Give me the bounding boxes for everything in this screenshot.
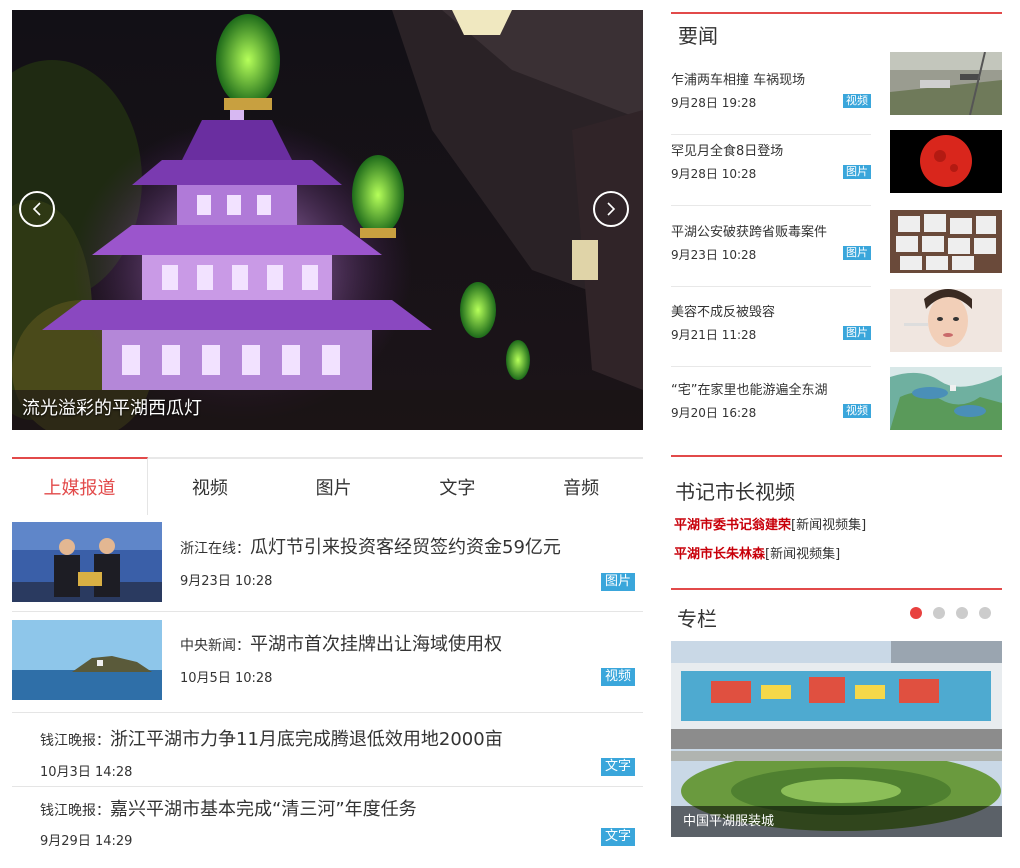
shuji-title: 书记市长视频 [675, 480, 795, 504]
column-caption[interactable]: 中国平湖服装城 [671, 806, 1002, 837]
prev-slide-button[interactable] [19, 191, 55, 227]
news-title[interactable]: 浙江平湖市力争11月底完成腾退低效用地2000亩 [110, 729, 503, 750]
type-badge[interactable]: 视频 [600, 668, 635, 686]
yaowen-thumbnail[interactable] [890, 210, 1002, 273]
list-item[interactable]: 浙江在线：瓜灯节引来投资客经贸签约资金59亿元 9月23日 10:28 图片 [12, 515, 643, 612]
car-crash-photo [890, 52, 1002, 115]
tab-pictures[interactable]: 图片 [271, 459, 396, 515]
tab-audio[interactable]: 音频 [519, 459, 643, 515]
chevron-right-icon [607, 202, 616, 216]
column-feature-image[interactable]: 中国平湖服装城 [671, 641, 1002, 837]
type-badge[interactable]: 图片 [843, 326, 871, 340]
link-collection-label[interactable]: [新闻视频集] [791, 518, 866, 533]
carousel-dot[interactable] [933, 607, 945, 619]
carousel-dot[interactable] [979, 607, 991, 619]
hero-image [12, 10, 643, 430]
section-divider [671, 12, 1002, 14]
news-time: 9月23日 10:28 [180, 574, 273, 589]
party-secretary-video-link[interactable]: 平湖市委书记翁建荣[新闻视频集] [674, 514, 866, 533]
type-badge[interactable]: 文字 [600, 758, 635, 776]
yaowen-item-time: 9月21日 11:28 [671, 328, 757, 342]
type-badge[interactable]: 图片 [843, 165, 871, 179]
news-title[interactable]: 嘉兴平湖市基本完成“清三河”年度任务 [110, 799, 417, 820]
type-badge[interactable]: 文字 [600, 828, 635, 846]
news-source: 浙江在线： [180, 541, 250, 557]
news-title[interactable]: 瓜灯节引来投资客经贸签约资金59亿元 [250, 537, 561, 558]
hero-caption[interactable]: 流光溢彩的平湖西瓜灯 [22, 394, 202, 420]
list-item[interactable]: 钱江晚报：浙江平湖市力争11月底完成腾退低效用地2000亩 10月3日 14:2… [12, 713, 643, 787]
yaowen-item-title[interactable]: 美容不成反被毁容 [671, 301, 775, 320]
list-item[interactable]: 平湖公安破获跨省贩毒案件 9月23日 10:28 图片 [671, 207, 871, 287]
zhuanlan-title: 专栏 [677, 607, 717, 631]
link-person-name[interactable]: 平湖市委书记翁建荣 [674, 518, 791, 533]
section-divider [671, 455, 1002, 457]
tab-text[interactable]: 文字 [395, 459, 520, 515]
section-divider [671, 588, 1002, 590]
news-source: 钱江晚报： [40, 803, 110, 819]
seized-drugs-photo [890, 210, 1002, 273]
type-badge[interactable]: 图片 [600, 573, 635, 591]
yaowen-item-time: 9月28日 19:28 [671, 96, 757, 110]
tab-media-reports[interactable]: 上媒报道 [12, 457, 148, 515]
yaowen-item-title[interactable]: “宅”在家里也能游遍全东湖 [671, 379, 827, 398]
carousel-dots [910, 607, 991, 619]
list-item[interactable]: 钱江晚报：嘉兴平湖市基本完成“清三河”年度任务 9月29日 14:29 文字 [12, 787, 643, 857]
link-collection-label[interactable]: [新闻视频集] [765, 547, 840, 562]
yaowen-title: 要闻 [678, 24, 718, 48]
carousel-dot[interactable] [910, 607, 922, 619]
media-tabs: 上媒报道 视频 图片 文字 音频 [12, 457, 643, 515]
mayor-video-link[interactable]: 平湖市长朱林森[新闻视频集] [674, 543, 840, 562]
yaowen-thumbnail[interactable] [890, 52, 1002, 115]
news-source: 中央新闻： [180, 638, 250, 654]
list-item[interactable]: 美容不成反被毁容 9月21日 11:28 图片 [671, 287, 871, 367]
carousel-dot[interactable] [956, 607, 968, 619]
east-lake-map-photo [890, 367, 1002, 430]
link-person-name[interactable]: 平湖市长朱林森 [674, 547, 765, 562]
list-item[interactable]: “宅”在家里也能游遍全东湖 9月20日 16:28 视频 [671, 365, 871, 445]
news-time: 10月5日 10:28 [180, 671, 273, 686]
yaowen-item-title[interactable]: 乍浦两车相撞 车祸现场 [671, 69, 805, 88]
yaowen-item-title[interactable]: 罕见月全食8日登场 [671, 140, 783, 159]
yaowen-item-time: 9月20日 16:28 [671, 406, 757, 420]
tab-video[interactable]: 视频 [148, 459, 272, 515]
chevron-left-icon [32, 202, 41, 216]
list-item[interactable]: 中央新闻：平湖市首次挂牌出让海域使用权 10月5日 10:28 视频 [12, 612, 643, 713]
yaowen-item-title[interactable]: 平湖公安破获跨省贩毒案件 [671, 221, 827, 240]
yaowen-item-time: 9月23日 10:28 [671, 248, 757, 262]
list-item[interactable]: 乍浦两车相撞 车祸现场 9月28日 19:28 视频 [671, 55, 871, 135]
hero-slider[interactable]: 流光溢彩的平湖西瓜灯 [12, 10, 643, 430]
yaowen-item-time: 9月28日 10:28 [671, 167, 757, 181]
type-badge[interactable]: 视频 [843, 94, 871, 108]
news-list: 浙江在线：瓜灯节引来投资客经贸签约资金59亿元 9月23日 10:28 图片 中… [12, 515, 643, 857]
type-badge[interactable]: 视频 [843, 404, 871, 418]
type-badge[interactable]: 图片 [843, 246, 871, 260]
list-item[interactable]: 罕见月全食8日登场 9月28日 10:28 图片 [671, 126, 871, 206]
news-source: 钱江晚报： [40, 733, 110, 749]
news-time: 9月29日 14:29 [40, 834, 133, 849]
news-title[interactable]: 平湖市首次挂牌出让海域使用权 [250, 634, 502, 655]
yaowen-thumbnail[interactable] [890, 289, 1002, 352]
news-thumbnail[interactable] [12, 522, 162, 602]
news-thumbnail[interactable] [12, 620, 162, 700]
lunar-eclipse-photo [890, 130, 1002, 193]
yaowen-thumbnail[interactable] [890, 367, 1002, 430]
face-photo [890, 289, 1002, 352]
next-slide-button[interactable] [593, 191, 629, 227]
news-time: 10月3日 14:28 [40, 765, 133, 780]
island-photo [12, 620, 162, 700]
signing-photo [12, 522, 162, 602]
yaowen-thumbnail[interactable] [890, 130, 1002, 193]
